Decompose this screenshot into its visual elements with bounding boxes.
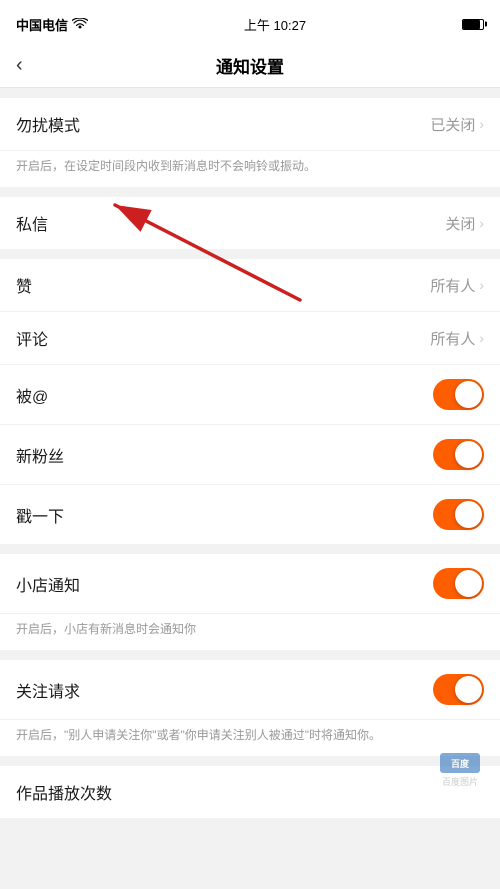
item-value-private: 关闭 › — [445, 213, 484, 234]
chevron-icon-disturb: › — [479, 116, 484, 132]
battery-fill — [463, 20, 480, 29]
interactions-section: 赞 所有人 › 评论 所有人 › 被@ 新粉丝 戳一下 — [0, 259, 500, 544]
chevron-icon-private: › — [479, 215, 484, 231]
item-label-fans: 新粉丝 — [16, 443, 64, 467]
status-bar: 中国电信 上午 10:27 — [0, 0, 500, 44]
watermark: 百度 百度图片 — [440, 753, 480, 788]
item-label-play-count: 作品播放次数 — [16, 780, 112, 804]
item-label-private: 私信 — [16, 211, 48, 235]
toggle-knob-shop — [455, 570, 482, 597]
list-item-private-message[interactable]: 私信 关闭 › — [0, 197, 500, 249]
list-item-at-mention[interactable]: 被@ — [0, 365, 500, 425]
item-value-comment: 所有人 › — [430, 328, 484, 349]
status-right — [462, 19, 484, 30]
shop-section: 小店通知 开启后，小店有新消息时会通知你 — [0, 554, 500, 650]
toggle-knob-shake — [455, 501, 482, 528]
desc-shop: 开启后，小店有新消息时会通知你 — [0, 614, 500, 650]
nav-bar: ‹ 通知设置 — [0, 44, 500, 88]
toggle-knob-follow — [455, 676, 482, 703]
item-label-like: 赞 — [16, 273, 32, 297]
toggle-new-fans[interactable] — [433, 439, 484, 470]
desc-disturb: 开启后，在设定时间段内收到新消息时不会响铃或振动。 — [0, 151, 500, 187]
section-gap-6 — [0, 756, 500, 766]
chevron-icon-comment: › — [479, 330, 484, 346]
item-label-at: 被@ — [16, 383, 48, 407]
page-wrapper: 中国电信 上午 10:27 ‹ 通知设置 勿扰模式 已关闭 › — [0, 0, 500, 818]
section-gap-2 — [0, 187, 500, 197]
private-message-section: 私信 关闭 › — [0, 197, 500, 249]
item-label-comment: 评论 — [16, 326, 48, 350]
section-gap-5 — [0, 650, 500, 660]
battery-icon — [462, 19, 484, 30]
toggle-at-mention[interactable] — [433, 379, 484, 410]
item-label-disturb: 勿扰模式 — [16, 112, 80, 136]
works-section: 作品播放次数 — [0, 766, 500, 818]
dnd-section: 勿扰模式 已关闭 › 开启后，在设定时间段内收到新消息时不会响铃或振动。 — [0, 98, 500, 187]
item-label-follow: 关注请求 — [16, 678, 80, 702]
list-item-shop[interactable]: 小店通知 — [0, 554, 500, 614]
desc-follow: 开启后，"别人申请关注你"或者"你申请关注别人被通过"时将通知你。 — [0, 720, 500, 756]
chevron-icon-like: › — [479, 277, 484, 293]
watermark-logo: 百度 — [440, 753, 480, 773]
watermark-text: 百度图片 — [442, 775, 478, 788]
status-time: 上午 10:27 — [244, 15, 306, 34]
list-item-follow[interactable]: 关注请求 — [0, 660, 500, 720]
toggle-knob-at — [455, 381, 482, 408]
status-carrier: 中国电信 — [16, 15, 88, 34]
list-item-new-fans[interactable]: 新粉丝 — [0, 425, 500, 485]
item-label-shake: 戳一下 — [16, 503, 64, 527]
toggle-follow[interactable] — [433, 674, 484, 705]
list-item-comment[interactable]: 评论 所有人 › — [0, 312, 500, 365]
list-item-like[interactable]: 赞 所有人 › — [0, 259, 500, 312]
item-value-like: 所有人 › — [430, 275, 484, 296]
back-button[interactable]: ‹ — [16, 54, 23, 77]
section-gap-3 — [0, 249, 500, 259]
section-gap-1 — [0, 88, 500, 98]
wifi-icon — [72, 18, 88, 30]
follow-section: 关注请求 开启后，"别人申请关注你"或者"你申请关注别人被通过"时将通知你。 — [0, 660, 500, 756]
page-title: 通知设置 — [216, 53, 284, 78]
list-item-shake[interactable]: 戳一下 — [0, 485, 500, 544]
toggle-shake[interactable] — [433, 499, 484, 530]
item-value-disturb: 已关闭 › — [430, 114, 484, 135]
section-gap-4 — [0, 544, 500, 554]
list-item-disturb-mode[interactable]: 勿扰模式 已关闭 › — [0, 98, 500, 151]
toggle-shop[interactable] — [433, 568, 484, 599]
item-label-shop: 小店通知 — [16, 572, 80, 596]
list-item-play-count[interactable]: 作品播放次数 — [0, 766, 500, 818]
toggle-knob-fans — [455, 441, 482, 468]
